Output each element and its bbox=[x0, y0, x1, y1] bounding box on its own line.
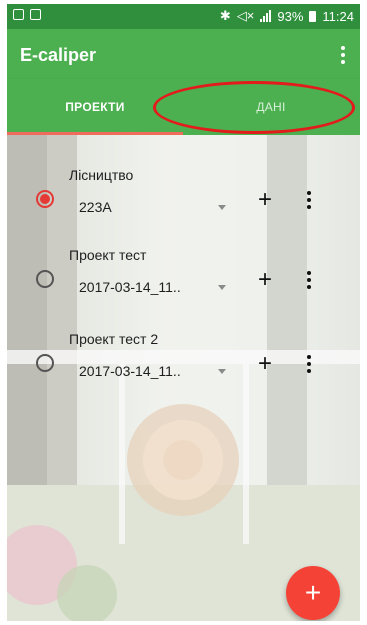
bluetooth-icon: ✱ bbox=[219, 8, 231, 23]
status-left-icons bbox=[13, 9, 41, 20]
more-vert-icon[interactable] bbox=[307, 191, 311, 212]
project-title: Проект тест bbox=[69, 247, 147, 263]
battery-icon bbox=[309, 10, 317, 22]
chevron-down-icon[interactable] bbox=[218, 205, 226, 210]
screenshot-notification-icon bbox=[13, 9, 24, 20]
add-icon[interactable]: + bbox=[258, 268, 272, 292]
add-project-fab[interactable]: + bbox=[286, 566, 340, 620]
image-notification-icon bbox=[30, 9, 41, 20]
project-title: Лісництво bbox=[69, 167, 134, 183]
more-vert-icon[interactable] bbox=[307, 355, 311, 376]
mute-icon: ◁× bbox=[236, 8, 255, 23]
project-row[interactable]: Лісництво 223А + bbox=[7, 164, 360, 234]
status-right-icons: ✱ ◁× 93% 11:24 bbox=[220, 8, 354, 24]
project-value[interactable]: 2017-03-14_11.. bbox=[79, 363, 181, 379]
overflow-menu-icon[interactable] bbox=[340, 46, 346, 64]
radio-unselected[interactable] bbox=[36, 354, 54, 372]
radio-unselected[interactable] bbox=[36, 270, 54, 288]
project-value[interactable]: 223А bbox=[79, 199, 112, 215]
app-title: E-caliper bbox=[20, 45, 97, 65]
add-icon[interactable]: + bbox=[258, 188, 272, 212]
more-vert-icon[interactable] bbox=[307, 271, 311, 292]
battery-percent: 93% bbox=[277, 8, 304, 24]
chevron-down-icon[interactable] bbox=[218, 285, 226, 290]
project-row[interactable]: Проект тест 2 2017-03-14_11.. + bbox=[7, 328, 360, 398]
radio-selected[interactable] bbox=[36, 190, 54, 208]
signal-icon bbox=[260, 10, 272, 22]
tab-projects[interactable]: ПРОЕКТИ bbox=[7, 79, 183, 135]
project-row[interactable]: Проект тест 2017-03-14_11.. + bbox=[7, 244, 360, 314]
status-bar: ✱ ◁× 93% 11:24 bbox=[7, 4, 360, 29]
app-bar: E-caliper bbox=[7, 29, 360, 79]
tab-data[interactable]: ДАНІ bbox=[183, 79, 359, 135]
project-title: Проект тест 2 bbox=[69, 331, 159, 347]
status-time: 11:24 bbox=[322, 8, 354, 24]
chevron-down-icon[interactable] bbox=[218, 369, 226, 374]
phone-screen: ✱ ◁× 93% 11:24 E-caliper ПРОЕКТИ ДАНІ Лі… bbox=[7, 4, 360, 621]
add-icon[interactable]: + bbox=[258, 352, 272, 376]
project-value[interactable]: 2017-03-14_11.. bbox=[79, 279, 181, 295]
tab-bar: ПРОЕКТИ ДАНІ bbox=[7, 79, 360, 135]
